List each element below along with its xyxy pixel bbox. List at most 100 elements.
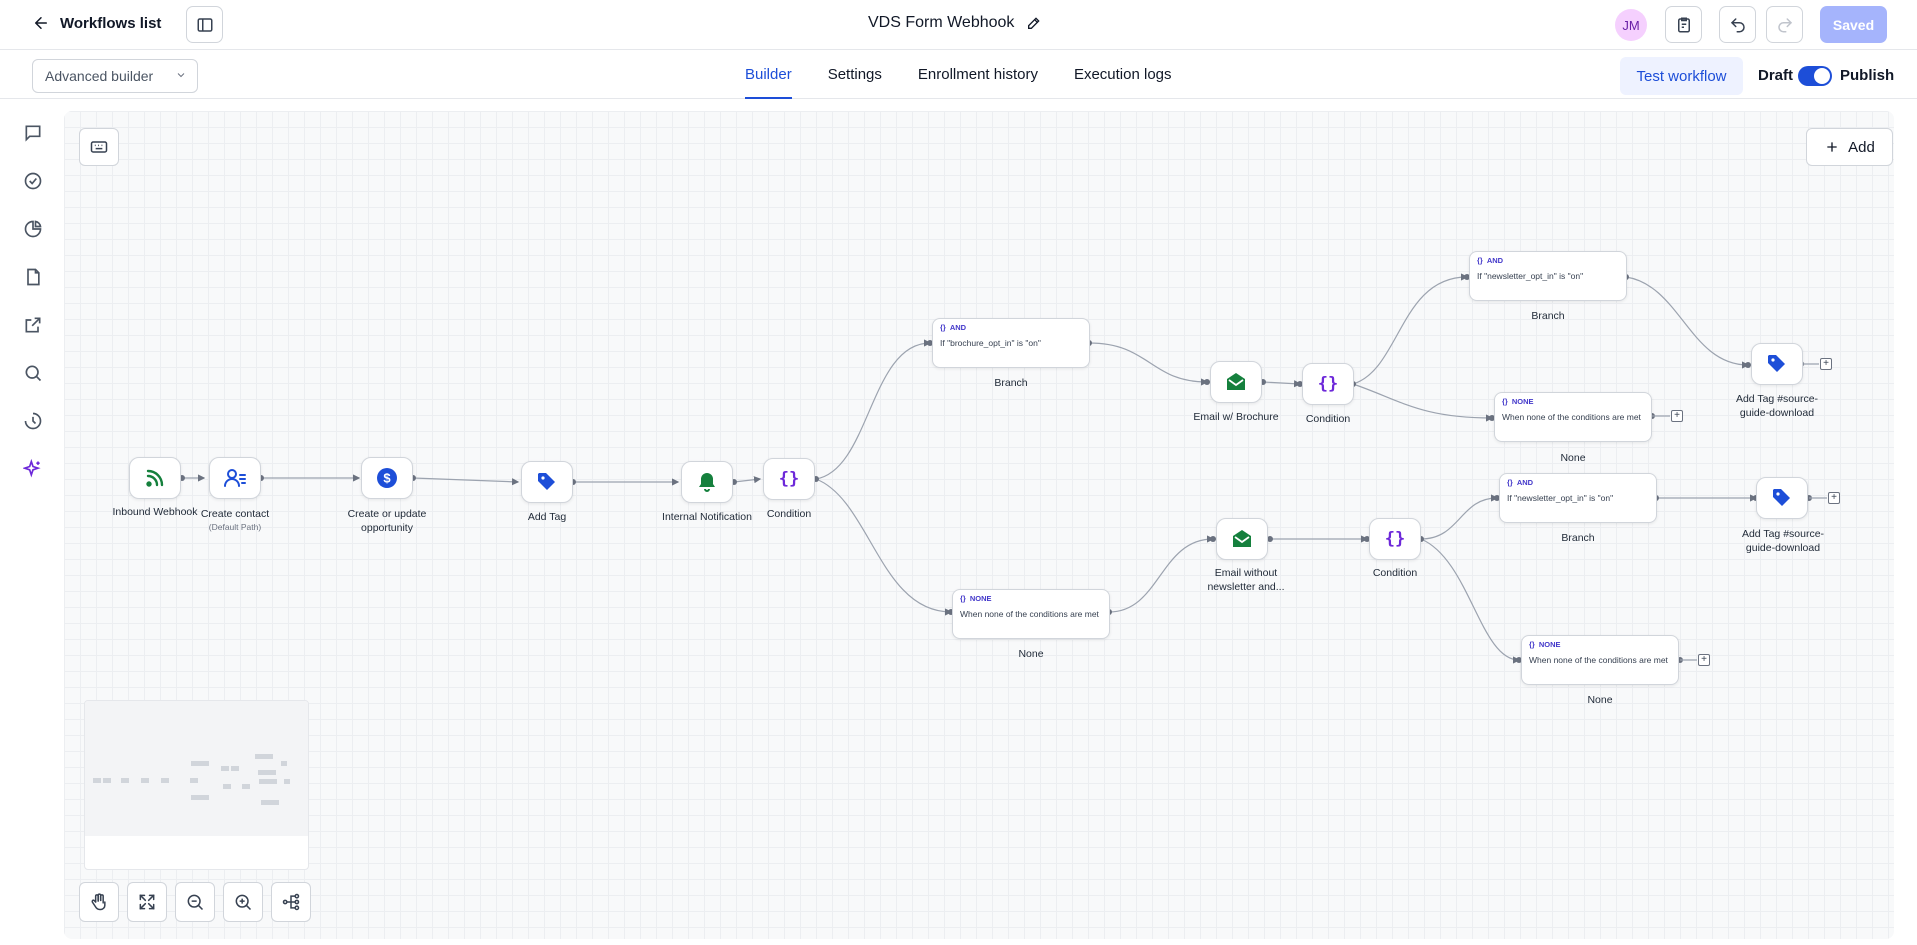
- condition-node-1[interactable]: {}: [763, 458, 815, 500]
- branch-card-newsletter-1[interactable]: {} AND If "newsletter_opt_in" is "on": [1469, 251, 1627, 301]
- condition-2-label: Condition: [1305, 413, 1351, 425]
- create-contact-label: Create contact (Default Path): [185, 508, 285, 533]
- email-without-newsletter-node[interactable]: [1216, 518, 1268, 560]
- condition-text: When none of the conditions are met: [1529, 655, 1668, 665]
- add-tag-label: Add Tag: [527, 511, 567, 523]
- branch-card-none-3[interactable]: {} NONE When none of the conditions are m…: [1521, 635, 1679, 685]
- back-label: Workflows list: [60, 14, 162, 32]
- branch-label-newsletter-1: Branch: [1531, 310, 1565, 322]
- canvas-controls: [79, 882, 311, 922]
- braces-icon: {}: [1529, 640, 1535, 649]
- condition-text: If "newsletter_opt_in" is "on": [1477, 271, 1584, 281]
- ai-sparkle-icon[interactable]: [22, 458, 44, 480]
- zoom-in-button[interactable]: [223, 882, 263, 922]
- builder-mode-value: Advanced builder: [45, 68, 154, 84]
- branch-card-none-1[interactable]: {} NONE When none of the conditions are m…: [952, 589, 1110, 639]
- fit-view-button[interactable]: [127, 882, 167, 922]
- pan-button[interactable]: [79, 882, 119, 922]
- history-icon[interactable]: [22, 410, 44, 432]
- minimap-node: [242, 784, 250, 789]
- minimap[interactable]: [84, 700, 309, 870]
- hand-icon: [91, 893, 106, 911]
- arrow-left-icon: [35, 17, 47, 29]
- publish-toggle[interactable]: [1798, 66, 1832, 86]
- check-circle-icon[interactable]: [22, 170, 44, 192]
- inbound-webhook-node[interactable]: [129, 457, 181, 499]
- email-icon: [1233, 530, 1251, 547]
- condition-type-badge: {} NONE: [1529, 640, 1671, 649]
- notes-button[interactable]: [1665, 6, 1702, 43]
- clipboard-icon: [1677, 17, 1690, 32]
- braces-icon: {}: [1385, 529, 1405, 549]
- add-tag-source-node-2[interactable]: [1756, 477, 1808, 519]
- internal-notification-node[interactable]: [681, 461, 733, 503]
- back-to-workflows-link[interactable]: Workflows list: [32, 14, 161, 32]
- opportunity-node[interactable]: $: [361, 457, 413, 499]
- svg-text:$: $: [383, 471, 391, 486]
- email-brochure-node[interactable]: [1210, 361, 1262, 403]
- zoom-out-icon: [187, 894, 204, 911]
- email-icon: [1227, 373, 1245, 390]
- zoom-in-icon: [235, 894, 252, 911]
- condition-type: NONE: [1538, 640, 1561, 649]
- minimap-node: [231, 766, 239, 771]
- sub-bar: Advanced builder Builder Settings Enroll…: [0, 51, 1917, 99]
- condition-type: NONE: [1511, 397, 1534, 406]
- user-avatar[interactable]: JM: [1615, 9, 1647, 41]
- add-node-button[interactable]: Add: [1806, 128, 1893, 166]
- braces-icon: {}: [1477, 256, 1483, 265]
- auto-layout-button[interactable]: [271, 882, 311, 922]
- condition-node-2[interactable]: {}: [1302, 363, 1354, 405]
- test-workflow-button[interactable]: Test workflow: [1620, 57, 1743, 95]
- condition-type: AND: [1486, 256, 1504, 265]
- create-contact-sublabel: (Default Path): [208, 521, 262, 532]
- add-tag-node[interactable]: [521, 461, 573, 503]
- condition-node-3[interactable]: {}: [1369, 518, 1421, 560]
- add-label: Add: [1848, 138, 1875, 156]
- add-step-plus-icon[interactable]: +: [1698, 654, 1710, 666]
- undo-button[interactable]: [1719, 6, 1756, 43]
- svg-text:{}: {}: [1385, 529, 1405, 549]
- add-step-plus-icon[interactable]: +: [1820, 358, 1832, 370]
- branch-label-newsletter-2: Branch: [1561, 532, 1595, 544]
- branch-card-none-2[interactable]: {} NONE When none of the conditions are m…: [1494, 392, 1652, 442]
- braces-icon: {}: [940, 323, 946, 332]
- pie-chart-icon[interactable]: [22, 218, 44, 240]
- minimap-node: [284, 779, 290, 784]
- create-contact-node[interactable]: [209, 457, 261, 499]
- top-bar: Workflows list VDS Form Webhook JM Saved: [0, 0, 1917, 50]
- sidebar-toggle-button[interactable]: [186, 6, 223, 43]
- minimap-node: [191, 761, 209, 766]
- braces-icon: {}: [1502, 397, 1508, 406]
- tab-enrollment-history[interactable]: Enrollment history: [918, 51, 1038, 99]
- workflow-title-text: VDS Form Webhook: [868, 14, 1015, 31]
- add-step-plus-icon[interactable]: +: [1828, 492, 1840, 504]
- email-brochure-label: Email w/ Brochure: [1193, 411, 1279, 423]
- add-tag-source-node-1[interactable]: [1751, 343, 1803, 385]
- pencil-icon[interactable]: [1026, 15, 1042, 31]
- external-link-icon[interactable]: [22, 314, 44, 336]
- tag-icon: [538, 473, 555, 490]
- saved-button[interactable]: Saved: [1820, 6, 1887, 43]
- minimap-node: [221, 766, 229, 771]
- tab-settings[interactable]: Settings: [828, 51, 882, 99]
- builder-mode-select[interactable]: Advanced builder: [32, 59, 198, 93]
- redo-button[interactable]: [1766, 6, 1803, 43]
- chat-icon[interactable]: [22, 122, 44, 144]
- tab-execution-logs[interactable]: Execution logs: [1074, 51, 1172, 99]
- keyboard-shortcuts-button[interactable]: [79, 128, 119, 166]
- file-icon[interactable]: [22, 266, 44, 288]
- svg-text:{}: {}: [1318, 374, 1338, 394]
- tab-builder[interactable]: Builder: [745, 51, 792, 99]
- branch-card-brochure[interactable]: {} AND If "brochure_opt_in" is "on": [932, 318, 1090, 368]
- condition-text: If "brochure_opt_in" is "on": [940, 338, 1041, 348]
- search-icon[interactable]: [22, 362, 44, 384]
- minimap-node: [261, 800, 279, 805]
- branch-card-newsletter-2[interactable]: {} AND If "newsletter_opt_in" is "on": [1499, 473, 1657, 523]
- add-step-plus-icon[interactable]: +: [1671, 410, 1683, 422]
- user-list-icon: [224, 469, 246, 487]
- chevron-down-icon: [177, 73, 185, 78]
- branch-label-none-2: None: [1560, 452, 1586, 464]
- zoom-out-button[interactable]: [175, 882, 215, 922]
- minimap-node: [103, 778, 111, 783]
